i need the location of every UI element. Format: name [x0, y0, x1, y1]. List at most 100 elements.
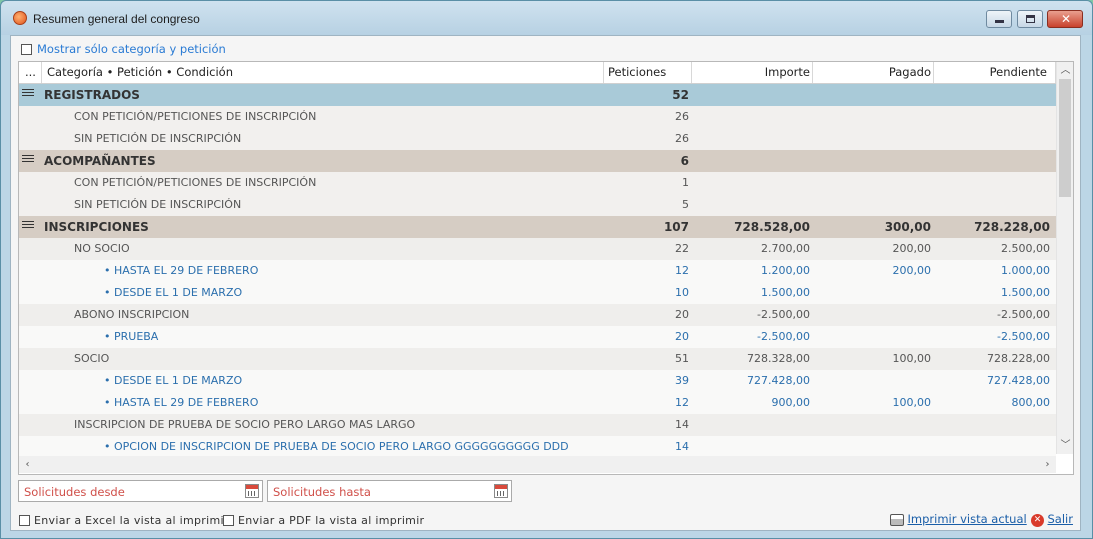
- summary-window: Resumen general del congreso ✕ Mostrar s…: [0, 0, 1093, 539]
- petition-row[interactable]: ABONO INSCRIPCION 20 -2.500,00 -2.500,00: [19, 304, 1056, 326]
- cell-pendiente: 728.228,00: [974, 220, 1050, 234]
- pdf-export-checkbox[interactable]: [223, 514, 234, 526]
- petition-row[interactable]: SOCIO 51 728.328,00 100,00 728.228,00: [19, 348, 1056, 370]
- petition-row[interactable]: SIN PETICIÓN DE INSCRIPCIÓN 26: [19, 128, 1056, 150]
- cell-name: ABONO INSCRIPCION: [74, 308, 190, 321]
- cell-name: • DESDE EL 1 DE MARZO: [104, 286, 243, 299]
- column-header-pendiente[interactable]: Pendiente: [934, 62, 1047, 83]
- cell-importe: 727.428,00: [747, 374, 810, 387]
- cell-pendiente: [934, 84, 1052, 106]
- cell-name: ACOMPAÑANTES: [44, 154, 156, 168]
- condition-row[interactable]: • HASTA EL 29 DE FEBRERO 12 1.200,00 200,00…: [19, 260, 1056, 282]
- column-header-name[interactable]: Categoría • Petición • Condición: [47, 62, 597, 83]
- cell-pagado: [813, 370, 933, 392]
- petition-row[interactable]: CON PETICIÓN/PETICIONES DE INSCRIPCIÓN 1: [19, 172, 1056, 194]
- horizontal-scrollbar[interactable]: ‹ ›: [19, 456, 1056, 473]
- cell-peticiones: 1: [682, 176, 689, 189]
- column-header-importe[interactable]: Importe: [692, 62, 810, 83]
- column-header-peticiones[interactable]: Peticiones: [608, 62, 698, 83]
- cell-importe: [692, 128, 812, 150]
- summary-grid: ... Categoría • Petición • Condición Pet…: [18, 61, 1074, 475]
- cell-pagado: 200,00: [892, 242, 932, 255]
- exit-label[interactable]: Salir: [1048, 512, 1073, 526]
- cell-pagado: [813, 282, 933, 304]
- cell-pendiente: [934, 150, 1052, 172]
- scroll-up-icon[interactable]: ︿: [1057, 62, 1073, 79]
- cell-pagado: [813, 304, 933, 326]
- cell-importe: 2.700,00: [761, 242, 810, 255]
- cell-pagado: [813, 436, 933, 458]
- condition-row[interactable]: • PRUEBA 20 -2.500,00 -2.500,00: [19, 326, 1056, 348]
- petition-row[interactable]: SIN PETICIÓN DE INSCRIPCIÓN 5: [19, 194, 1056, 216]
- scroll-left-icon[interactable]: ‹: [19, 456, 36, 473]
- cell-name: REGISTRADOS: [44, 88, 140, 102]
- petition-row[interactable]: INSCRIPCION DE PRUEBA DE SOCIO PERO LARG…: [19, 414, 1056, 436]
- cell-pagado: [813, 106, 933, 128]
- cell-peticiones: 107: [663, 220, 689, 234]
- cell-name: • PRUEBA: [104, 330, 159, 343]
- cell-pagado: [813, 194, 933, 216]
- cell-pagado: [813, 172, 933, 194]
- cell-importe: -2.500,00: [757, 330, 810, 343]
- print-label[interactable]: Imprimir vista actual: [908, 512, 1027, 526]
- print-button[interactable]: Imprimir vista actual: [890, 512, 1027, 526]
- window-title: Resumen general del congreso: [33, 12, 200, 26]
- cell-name: • HASTA EL 29 DE FEBRERO: [104, 264, 259, 277]
- cell-pendiente: [934, 436, 1052, 458]
- excel-export-label[interactable]: Enviar a Excel la vista al imprimir: [34, 514, 229, 527]
- calendar-icon[interactable]: [494, 484, 508, 498]
- cell-peticiones: 20: [675, 308, 689, 321]
- cell-name: SIN PETICIÓN DE INSCRIPCIÓN: [74, 198, 242, 211]
- cell-peticiones: 26: [675, 110, 689, 123]
- calendar-icon[interactable]: [245, 484, 259, 498]
- category-row[interactable]: ACOMPAÑANTES 6: [19, 150, 1056, 172]
- condition-row[interactable]: • DESDE EL 1 DE MARZO 39 727.428,00 727.428…: [19, 370, 1056, 392]
- cell-name: CON PETICIÓN/PETICIONES DE INSCRIPCIÓN: [74, 176, 317, 189]
- vertical-scrollbar[interactable]: ︿ ﹀: [1056, 62, 1073, 454]
- maximize-button[interactable]: [1017, 10, 1043, 28]
- cell-pagado: 100,00: [892, 396, 932, 409]
- cell-pagado: [813, 414, 933, 436]
- condition-row[interactable]: • DESDE EL 1 DE MARZO 10 1.500,00 1.500,00: [19, 282, 1056, 304]
- cell-importe: -2.500,00: [757, 308, 810, 321]
- category-filter-checkbox[interactable]: [21, 43, 32, 55]
- category-filter-label[interactable]: Mostrar sólo categoría y petición: [37, 42, 226, 56]
- cell-peticiones: 22: [675, 242, 689, 255]
- cell-name: SOCIO: [74, 352, 110, 365]
- cell-pagado: [813, 128, 933, 150]
- category-row[interactable]: INSCRIPCIONES 107 728.528,00 300,00 728.228,…: [19, 216, 1056, 238]
- vertical-scroll-thumb[interactable]: [1059, 79, 1071, 197]
- cell-peticiones: 51: [675, 352, 689, 365]
- petition-row[interactable]: CON PETICIÓN/PETICIONES DE INSCRIPCIÓN 26: [19, 106, 1056, 128]
- pdf-export-label[interactable]: Enviar a PDF la vista al imprimir: [238, 514, 424, 527]
- cell-pendiente: [934, 414, 1052, 436]
- close-button[interactable]: ✕: [1047, 10, 1083, 28]
- excel-export-option[interactable]: Enviar a Excel la vista al imprimir: [19, 513, 229, 527]
- excel-export-checkbox[interactable]: [19, 514, 30, 526]
- category-filter[interactable]: Mostrar sólo categoría y petición: [21, 42, 226, 56]
- date-to-placeholder: Solicitudes hasta: [273, 485, 371, 499]
- exit-button[interactable]: ✕ Salir: [1031, 512, 1073, 527]
- condition-row[interactable]: • HASTA EL 29 DE FEBRERO 12 900,00 100,00 80…: [19, 392, 1056, 414]
- date-to-field[interactable]: Solicitudes hasta: [267, 480, 512, 502]
- category-row[interactable]: REGISTRADOS 52: [19, 84, 1056, 106]
- cell-pendiente: -2.500,00: [997, 308, 1050, 321]
- minimize-button[interactable]: [986, 10, 1012, 28]
- petition-row[interactable]: NO SOCIO 22 2.700,00 200,00 2.500,00: [19, 238, 1056, 260]
- cell-name: • OPCION DE INSCRIPCION DE PRUEBA DE SOC…: [104, 440, 569, 453]
- scroll-right-icon[interactable]: ›: [1039, 456, 1056, 473]
- date-from-placeholder: Solicitudes desde: [24, 485, 125, 499]
- cell-importe: [692, 106, 812, 128]
- cell-pagado: 100,00: [892, 352, 932, 365]
- date-from-field[interactable]: Solicitudes desde: [18, 480, 263, 502]
- condition-row[interactable]: • OPCION DE INSCRIPCION DE PRUEBA DE SOC…: [19, 436, 1056, 458]
- column-header-pagado[interactable]: Pagado: [813, 62, 931, 83]
- title-bar: Resumen general del congreso ✕: [1, 1, 1092, 35]
- cell-peticiones: 20: [675, 330, 689, 343]
- cell-pendiente: 800,00: [1011, 396, 1051, 409]
- pdf-export-option[interactable]: Enviar a PDF la vista al imprimir: [223, 513, 424, 527]
- scroll-down-icon[interactable]: ﹀: [1057, 437, 1073, 454]
- grid-header: ... Categoría • Petición • Condición Pet…: [19, 62, 1056, 84]
- printer-icon: [890, 514, 904, 526]
- cell-pendiente: [934, 106, 1052, 128]
